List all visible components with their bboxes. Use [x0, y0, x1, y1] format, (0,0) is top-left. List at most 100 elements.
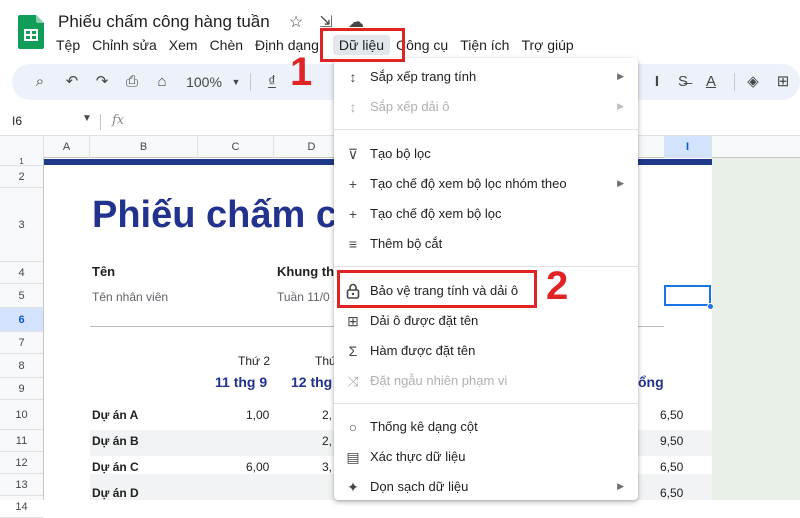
strikethrough-icon[interactable]: S̶ — [672, 70, 694, 94]
row-header-8[interactable]: 8 — [0, 354, 43, 378]
step2-highlight-box — [337, 270, 537, 308]
hours-total: 9,50 — [660, 434, 684, 448]
menu-item-label: Sắp xếp trang tính — [370, 69, 477, 84]
redo-icon[interactable]: ↷ — [90, 70, 114, 94]
menu-insert[interactable]: Chèn — [204, 35, 249, 55]
menu-format[interactable]: Định dạng — [249, 35, 325, 55]
row-header-6[interactable]: 6 — [0, 308, 43, 332]
menu-item-named-ranges[interactable]: ⊞ Dải ô được đặt tên — [334, 306, 638, 336]
row-header-1[interactable]: 1 — [0, 158, 43, 166]
menu-item-filter-view[interactable]: + Tạo chế độ xem bộ lọc — [334, 199, 638, 229]
menu-item-create-filter[interactable]: ⊽ Tạo bộ lọc — [334, 139, 638, 169]
star-icon[interactable]: ☆ — [286, 13, 306, 33]
fx-icon: fx — [112, 113, 125, 128]
menu-item-label: Tạo chế độ xem bộ lọc nhóm theo — [370, 176, 567, 191]
total-header: ổng — [638, 374, 664, 390]
submenu-arrow-icon: ▶ — [617, 71, 624, 81]
select-all-corner[interactable] — [0, 136, 44, 158]
undo-icon[interactable]: ↶ — [60, 70, 84, 94]
menu-item-sort-range[interactable]: ↕ Sắp xếp dải ô ▶ — [334, 92, 638, 122]
date-label-tue: 12 thg — [291, 374, 333, 390]
row-header-11[interactable]: 11 — [0, 430, 43, 452]
print-icon[interactable]: ⎙ — [120, 70, 144, 94]
column-header-b[interactable]: B — [90, 136, 198, 158]
fill-handle[interactable] — [707, 303, 714, 310]
paint-format-icon[interactable]: ⌂ — [150, 70, 174, 94]
menu-file[interactable]: Tệp — [50, 35, 86, 55]
menu-help[interactable]: Trợ giúp — [515, 35, 579, 55]
menu-item-label: Dọn sạch dữ liệu — [370, 479, 469, 494]
sheet-background-right — [712, 158, 800, 500]
row-header-12[interactable]: 12 — [0, 452, 43, 474]
column-header-i[interactable]: I — [664, 136, 712, 158]
menu-item-data-validation[interactable]: ▤ Xác thực dữ liệu — [334, 442, 638, 472]
hours-total: 6,50 — [660, 486, 684, 500]
row-header-4[interactable]: 4 — [0, 262, 43, 284]
column-header-c[interactable]: C — [198, 136, 274, 158]
named-range-icon: ⊞ — [347, 313, 359, 329]
row-header-7[interactable]: 7 — [0, 332, 43, 354]
sheets-logo-icon[interactable] — [18, 15, 44, 49]
sheet-title-text: Phiếu chấm c — [92, 194, 337, 236]
day-label-mon: Thứ 2 — [238, 354, 271, 368]
name-label: Tên — [92, 264, 116, 279]
search-menus-icon[interactable]: ⌕ — [28, 70, 52, 94]
row-header-bar: 1 2 3 4 5 6 7 8 9 10 11 12 13 14 — [0, 158, 44, 518]
menu-item-sort-sheet[interactable]: ↕ Sắp xếp trang tính ▶ — [334, 62, 638, 92]
menu-item-label: Hàm được đặt tên — [370, 343, 476, 358]
column-header-a[interactable]: A — [44, 136, 90, 158]
row-header-10[interactable]: 10 — [0, 400, 43, 430]
hours-tue: 2, — [322, 434, 333, 448]
menu-item-column-stats[interactable]: ○ Thống kê dạng cột — [334, 412, 638, 442]
slicer-icon: ≡ — [348, 236, 358, 252]
zoom-select[interactable]: 100% — [184, 70, 224, 94]
project-name: Dự án C — [92, 460, 139, 474]
toolbar-divider — [734, 73, 735, 91]
period-label: Khung th — [277, 264, 335, 279]
currency-format-button[interactable]: ₫ — [264, 70, 280, 94]
menu-item-label: Thống kê dạng cột — [370, 419, 478, 434]
menu-item-label: Đặt ngẫu nhiên phạm vi — [370, 373, 508, 388]
italic-placeholder-icon[interactable]: I — [646, 70, 668, 94]
name-value: Tên nhân viên — [92, 290, 169, 304]
row-header-13[interactable]: 13 — [0, 474, 43, 496]
period-value: Tuần 11/0 — [277, 290, 330, 304]
toolbar-divider — [250, 73, 251, 91]
menu-item-filter-view-group[interactable]: + Tạo chế độ xem bộ lọc nhóm theo ▶ — [334, 169, 638, 199]
formula-divider — [100, 114, 101, 130]
hours-mon: 6,00 — [246, 460, 270, 474]
submenu-arrow-icon: ▶ — [617, 101, 624, 111]
row-header-14[interactable]: 14 — [0, 496, 43, 518]
menu-item-named-functions[interactable]: Σ Hàm được đặt tên — [334, 336, 638, 366]
zoom-chevron-down-icon[interactable]: ▼ — [230, 70, 242, 94]
hours-mon: 1,00 — [246, 408, 270, 422]
submenu-arrow-icon: ▶ — [617, 481, 624, 491]
row-header-3[interactable]: 3 — [0, 188, 43, 262]
borders-icon[interactable]: ⊞ — [772, 70, 794, 94]
menu-item-randomize-range[interactable]: ⤨ Đặt ngẫu nhiên phạm vi — [334, 366, 638, 396]
row-header-9[interactable]: 9 — [0, 378, 43, 400]
text-color-icon[interactable]: A — [700, 70, 722, 94]
hours-total: 6,50 — [660, 460, 684, 474]
sigma-icon: Σ — [348, 343, 358, 359]
submenu-arrow-icon: ▶ — [617, 178, 624, 188]
hours-tue: 2, — [322, 408, 333, 422]
name-box-chevron-icon[interactable]: ▼ — [82, 113, 92, 124]
row-header-2[interactable]: 2 — [0, 166, 43, 188]
menu-item-data-cleanup[interactable]: ✦ Dọn sạch dữ liệu ▶ — [334, 472, 638, 502]
document-title[interactable]: Phiếu chấm công hàng tuần — [58, 12, 270, 32]
name-box[interactable]: I6 — [12, 114, 22, 128]
sort-icon: ↕ — [349, 69, 357, 85]
menu-view[interactable]: Xem — [163, 35, 204, 55]
fill-color-icon[interactable]: ◈ — [742, 70, 764, 94]
menu-edit[interactable]: Chỉnh sửa — [86, 35, 163, 55]
menu-item-add-slicer[interactable]: ≡ Thêm bộ cắt — [334, 229, 638, 259]
sort-range-icon: ↕ — [349, 99, 357, 115]
menu-separator — [334, 403, 638, 404]
row-header-5[interactable]: 5 — [0, 284, 43, 308]
step1-highlight-box — [320, 28, 405, 62]
menu-extensions[interactable]: Tiện ích — [454, 35, 515, 55]
selected-cell-i6[interactable] — [664, 285, 711, 306]
hours-tue: 3, — [322, 460, 333, 474]
menu-separator — [334, 266, 638, 267]
